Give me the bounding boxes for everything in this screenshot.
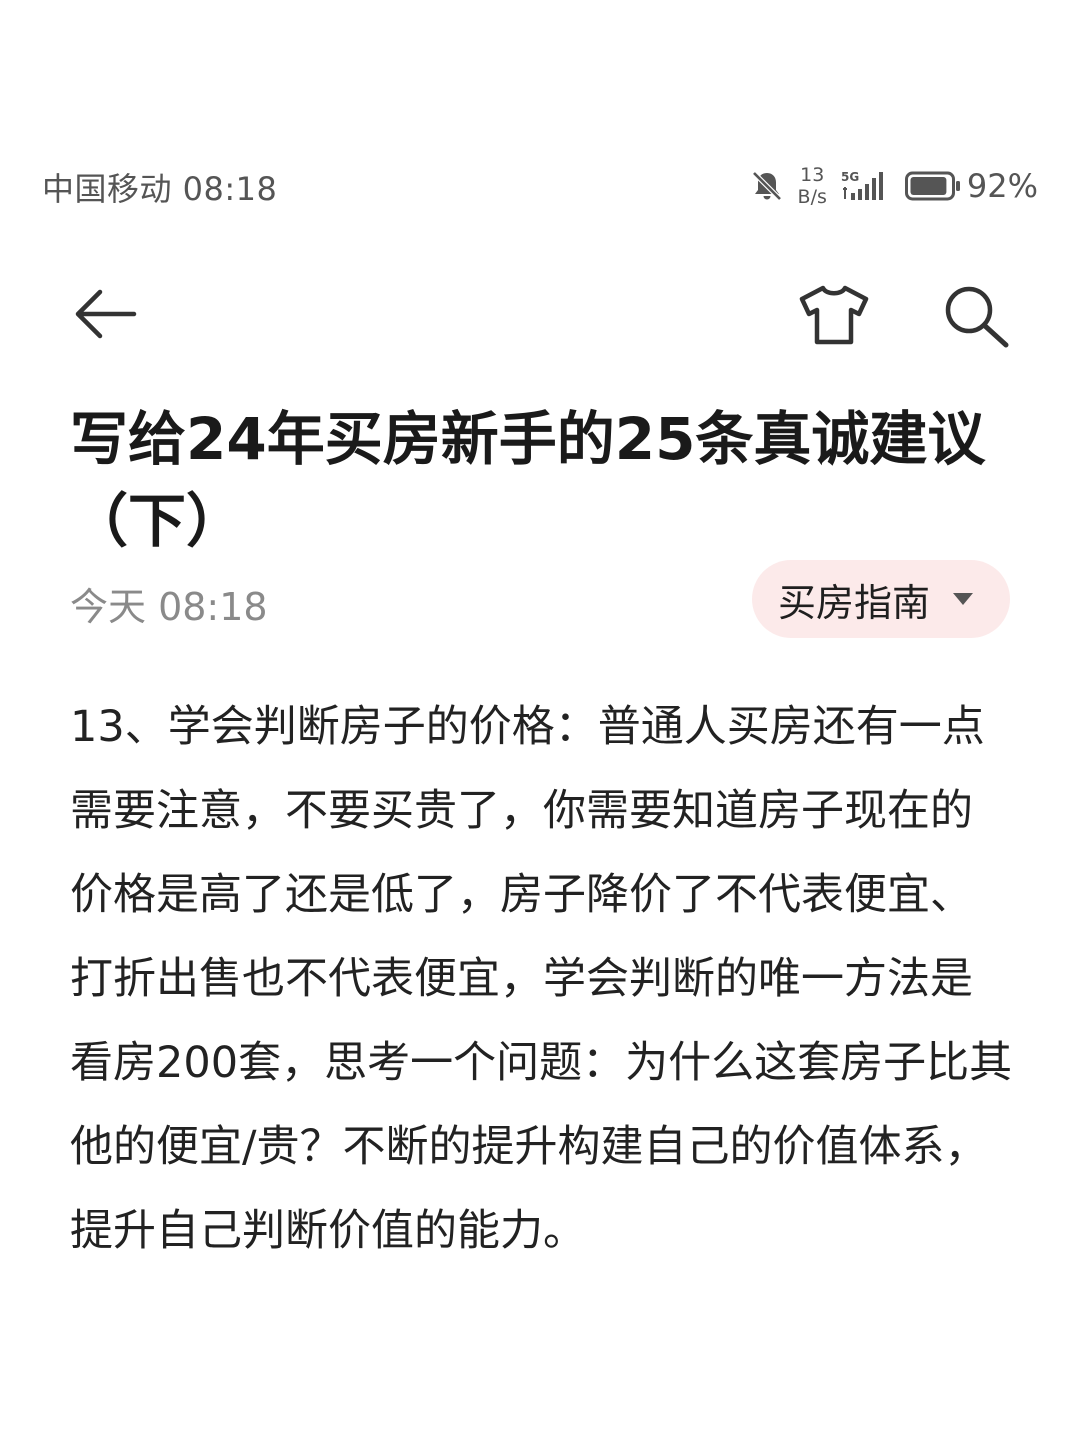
network-speed-unit: B/s [797, 186, 827, 208]
tshirt-icon [799, 285, 869, 345]
status-bar: 中国移动 08:18 13 B/s 5G 92% [0, 150, 1080, 220]
search-icon [945, 286, 1009, 348]
bell-muted-icon [751, 171, 782, 201]
search-button[interactable] [940, 282, 1012, 348]
back-button[interactable] [70, 284, 140, 344]
post-time: 今天 08:18 [70, 585, 268, 629]
network-type: 5G [841, 170, 859, 184]
battery-percent: 92% [966, 167, 1038, 205]
signal-icon: 5G [841, 170, 883, 200]
nav-bar [0, 270, 1080, 360]
network-speed-value: 13 [800, 164, 825, 186]
category-dropdown[interactable]: 买房指南 [751, 560, 1010, 638]
category-label: 买房指南 [777, 580, 930, 625]
article-title: 写给24年买房新手的25条真诚建议（下） [70, 405, 986, 555]
theme-button[interactable] [798, 282, 870, 348]
article-body: 13、学会判断房子的价格：普通人买房还有一点需要注意，不要买贵了，你需要知道房子… [70, 702, 1013, 1256]
carrier-time: 中国移动 08:18 [42, 170, 278, 208]
battery-icon [904, 171, 960, 201]
network-speed: 13 B/s [798, 164, 827, 208]
back-arrow-icon [75, 289, 137, 339]
article-meta: 今天 08:18 买房指南 [70, 560, 1010, 638]
status-indicators: 13 B/s 5G 92% [750, 158, 1038, 214]
caret-down-icon [953, 593, 973, 605]
